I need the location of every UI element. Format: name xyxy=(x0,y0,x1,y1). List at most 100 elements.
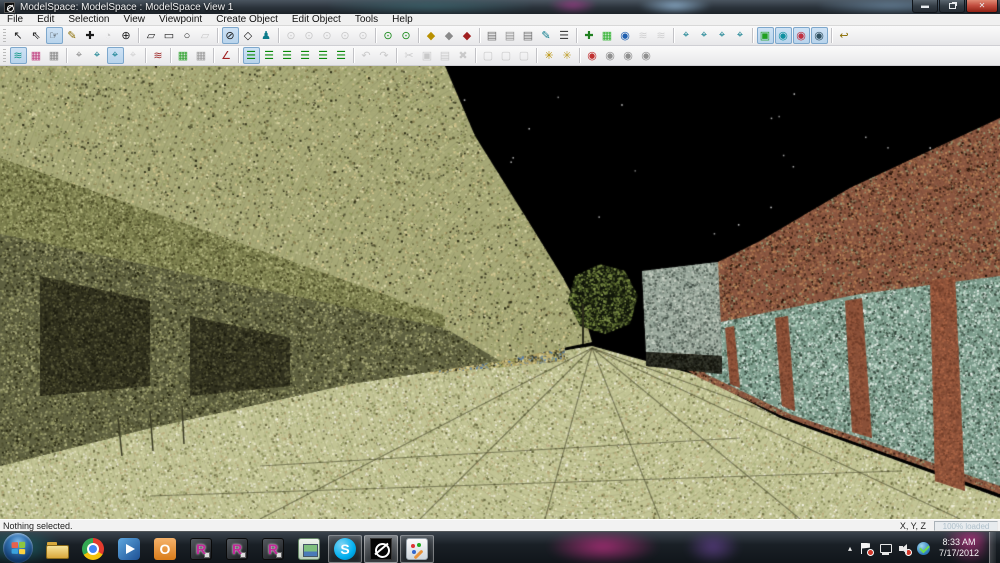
taskbar-item-media-player[interactable] xyxy=(112,535,146,563)
walk-mode-icon[interactable]: ♟ xyxy=(258,27,275,44)
translate-tool-icon[interactable]: ✚ xyxy=(82,27,99,44)
mode-point-icon[interactable]: ◉ xyxy=(793,27,810,44)
menu-item-edit-object[interactable]: Edit Object xyxy=(285,14,348,26)
toolbar-grip[interactable] xyxy=(3,49,6,63)
taskbar-item-purple-r-app-1[interactable] xyxy=(184,535,218,563)
show-hidden-icons-button[interactable]: ▴ xyxy=(843,544,857,553)
menu-item-edit[interactable]: Edit xyxy=(30,14,61,26)
taskbar-item-cyclone[interactable] xyxy=(364,535,398,563)
point-density-5-icon[interactable]: ☰ xyxy=(315,47,332,64)
taskbar-item-chrome[interactable] xyxy=(76,535,110,563)
restore-button[interactable] xyxy=(939,0,965,13)
start-button[interactable] xyxy=(3,533,33,563)
security-shield-icon[interactable] xyxy=(917,542,930,555)
point-density-4-icon[interactable]: ☰ xyxy=(297,47,314,64)
purple-r-app-1-icon xyxy=(190,538,212,560)
menu-item-viewpoint[interactable]: Viewpoint xyxy=(152,14,209,26)
limit-box-4-icon[interactable]: ⌖ xyxy=(732,27,749,44)
copy-view-1-icon[interactable]: ▤ xyxy=(484,27,501,44)
intensity-map-icon[interactable]: ▦ xyxy=(28,47,45,64)
toolbar-separator xyxy=(536,48,537,63)
taskbar-item-paint[interactable] xyxy=(400,535,434,563)
mode-fence-icon[interactable]: ▣ xyxy=(757,27,774,44)
pointcloud-viewport[interactable] xyxy=(0,66,1000,519)
keep-viewpoint-icon[interactable]: ◆ xyxy=(423,27,440,44)
menu-item-create-object[interactable]: Create Object xyxy=(209,14,285,26)
menu-item-selection[interactable]: Selection xyxy=(61,14,116,26)
taskbar-item-skype[interactable] xyxy=(328,535,362,563)
annotate-pen-icon[interactable]: ✎ xyxy=(538,27,555,44)
delete-viewpoint-icon[interactable]: ◆ xyxy=(459,27,476,44)
grayscale-map-icon[interactable]: ▦ xyxy=(46,47,63,64)
menu-item-view[interactable]: View xyxy=(117,14,153,26)
volume-icon[interactable] xyxy=(898,542,911,555)
pick-previous-icon[interactable]: ↩ xyxy=(836,27,853,44)
menu-item-help[interactable]: Help xyxy=(385,14,420,26)
fence-rectangle-icon[interactable]: ▭ xyxy=(161,27,178,44)
mode-multi-icon[interactable]: ◉ xyxy=(811,27,828,44)
cloud-color-map-icon[interactable]: ≋ xyxy=(10,47,27,64)
mode-view-icon[interactable]: ◉ xyxy=(775,27,792,44)
show-desktop-button[interactable] xyxy=(989,532,996,563)
point-density-6-icon[interactable]: ☰ xyxy=(333,47,350,64)
axes-display-icon[interactable]: ✚ xyxy=(581,27,598,44)
view-mode-icon[interactable]: ⊘ xyxy=(222,27,239,44)
taskbar-item-windows-explorer[interactable] xyxy=(40,535,74,563)
copy-view-2-icon[interactable]: ▤ xyxy=(502,27,519,44)
link-view-4-icon[interactable]: ◉ xyxy=(638,47,655,64)
cyclone-icon xyxy=(370,538,392,560)
select-tool-icon[interactable]: ↖ xyxy=(10,27,27,44)
orthographic-view-icon[interactable]: ◇ xyxy=(240,27,257,44)
glass-reflection xyxy=(548,0,598,14)
orbit-tool-icon[interactable]: ⊕ xyxy=(118,27,135,44)
reference-plane-icon[interactable]: ∠ xyxy=(218,47,235,64)
clock[interactable]: 8:33 AM 7/17/2012 xyxy=(933,537,987,559)
point-density-2-icon[interactable]: ☰ xyxy=(261,47,278,64)
cloud-reference-icon[interactable]: ≋ xyxy=(150,47,167,64)
toolbar-main: ↖ ⇖ ☞ ✎ ✚ ◔ ⊕ ▱ ▭ ○ ▱ ⊘ ◇ ♟ ⊙ ⊙ ⊙ ⊙ ⊙ ⊙ ⊙ ◆ ◆ ◆ ▤ ▤ ▤ ✎ ☰ ✚ ▦ ◉ ≋ ≋ ⌖ ⌖ ⌖ ⌖ ▣ ◉… xyxy=(0,26,1000,46)
fence-polygon-icon[interactable]: ▱ xyxy=(143,27,160,44)
fence-circle-icon[interactable]: ○ xyxy=(179,27,196,44)
cyclone-app-icon[interactable] xyxy=(4,2,15,13)
limit-box-2-icon[interactable]: ⌖ xyxy=(696,27,713,44)
toolbar-separator xyxy=(145,48,146,63)
taskbar-item-purple-r-app-3[interactable] xyxy=(256,535,290,563)
restore-viewpoint-icon[interactable]: ◆ xyxy=(441,27,458,44)
link-view-1-icon[interactable]: ◉ xyxy=(584,47,601,64)
global-view-icon[interactable]: ◉ xyxy=(617,27,634,44)
seek-mode-icon[interactable]: ⊙ xyxy=(380,27,397,44)
point-grid-icon[interactable]: ▦ xyxy=(599,27,616,44)
merge-points-icon[interactable]: ✳ xyxy=(541,47,558,64)
multi-select-tool-icon[interactable]: ⇖ xyxy=(28,27,45,44)
menu-item-tools[interactable]: Tools xyxy=(348,14,385,26)
link-view-2-icon[interactable]: ◉ xyxy=(602,47,619,64)
scanner-position-1-icon[interactable]: ⌖ xyxy=(71,47,88,64)
taskbar-item-outlook[interactable] xyxy=(148,535,182,563)
close-button[interactable]: ✕ xyxy=(966,0,998,13)
minimize-button[interactable]: ▬ xyxy=(912,0,938,13)
copy-view-3-icon[interactable]: ▤ xyxy=(520,27,537,44)
pan-tool-icon[interactable]: ☞ xyxy=(46,27,63,44)
taskbar-item-purple-r-app-2[interactable] xyxy=(220,535,254,563)
toolbar-separator xyxy=(752,28,753,43)
toolbar-grip[interactable] xyxy=(3,29,6,43)
menu-item-file[interactable]: File xyxy=(0,14,30,26)
limit-box-3-icon[interactable]: ⌖ xyxy=(714,27,731,44)
action-center-icon[interactable] xyxy=(860,542,873,555)
region-reset-icon[interactable]: ▦ xyxy=(193,47,210,64)
scanner-position-2-icon[interactable]: ⌖ xyxy=(89,47,106,64)
layers-icon[interactable]: ☰ xyxy=(556,27,573,44)
region-grow-icon[interactable]: ▦ xyxy=(175,47,192,64)
pick-tool-icon[interactable]: ✎ xyxy=(64,27,81,44)
seek-point-icon[interactable]: ⊙ xyxy=(398,27,415,44)
point-density-3-icon[interactable]: ☰ xyxy=(279,47,296,64)
status-coordinates: X, Y, Z xyxy=(900,521,934,531)
limit-box-1-icon[interactable]: ⌖ xyxy=(678,27,695,44)
network-icon[interactable] xyxy=(879,542,892,555)
unify-points-icon[interactable]: ✳ xyxy=(559,47,576,64)
link-view-3-icon[interactable]: ◉ xyxy=(620,47,637,64)
point-density-1-icon[interactable]: ☰ xyxy=(243,47,260,64)
paste-icon: ▤ xyxy=(437,47,454,64)
scanner-current-icon[interactable]: ⌖ xyxy=(107,47,124,64)
taskbar-item-image-viewer[interactable] xyxy=(292,535,326,563)
